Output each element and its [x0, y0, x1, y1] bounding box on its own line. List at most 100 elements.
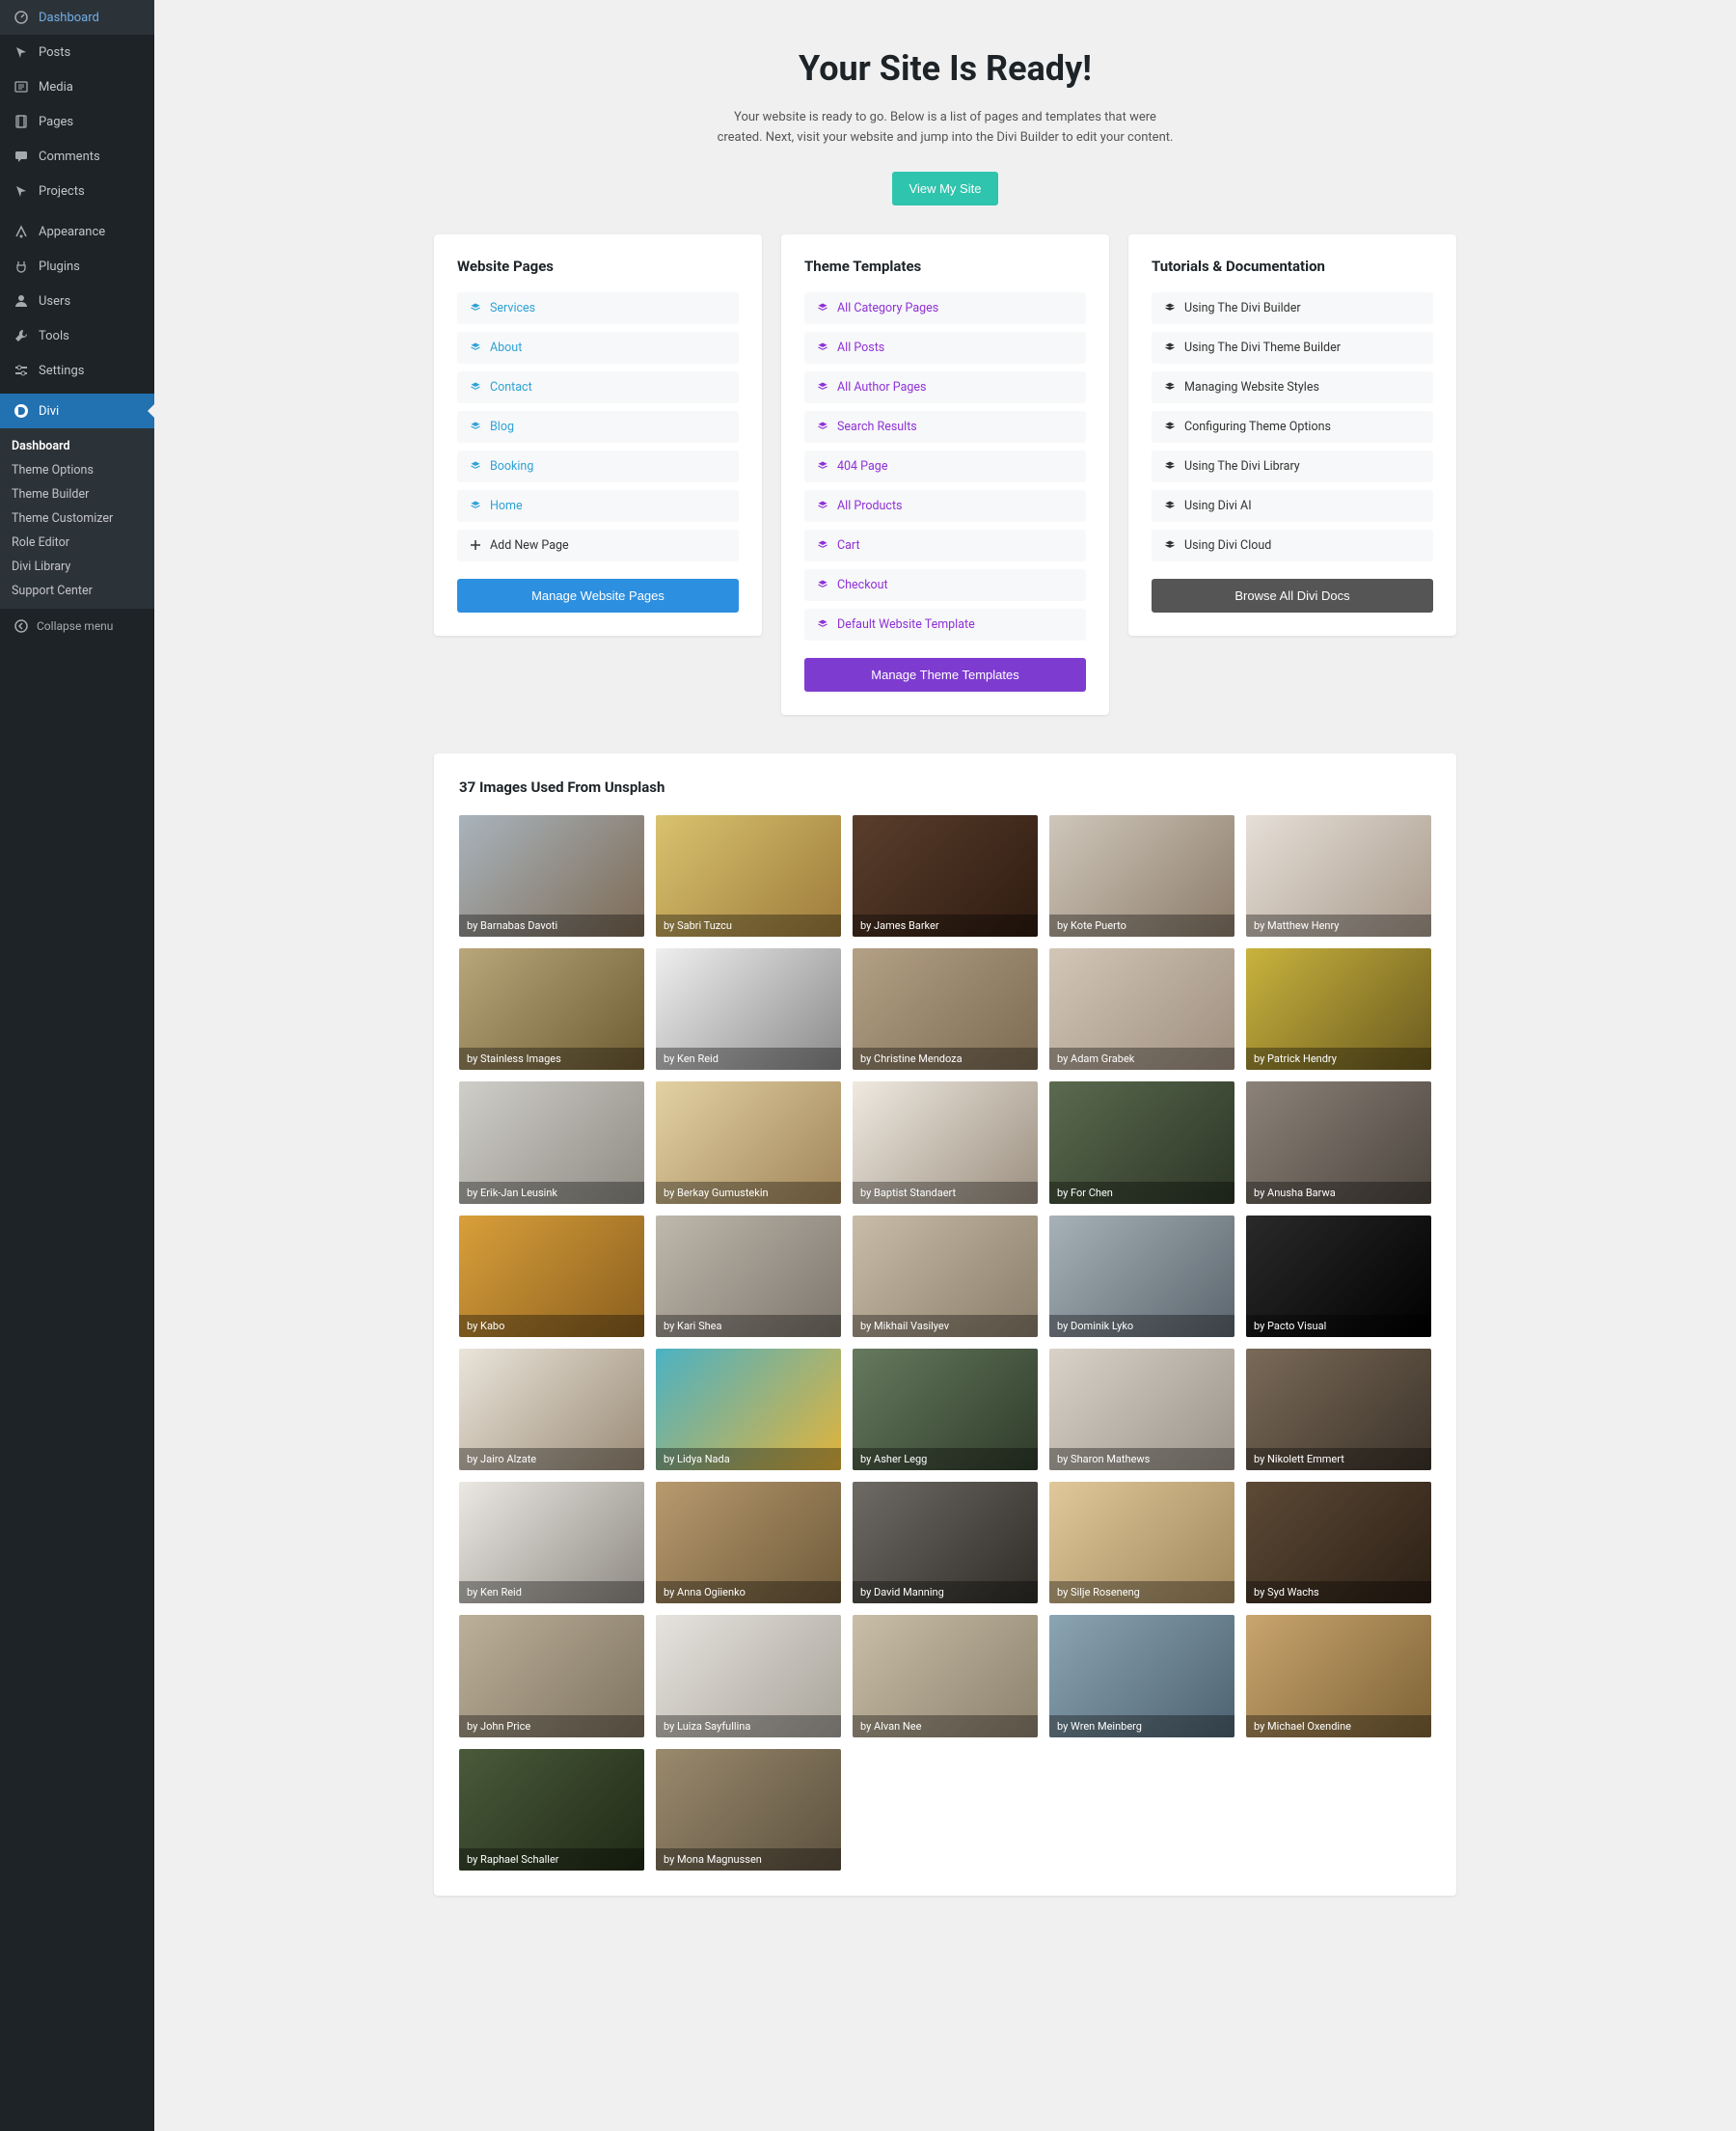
list-item[interactable]: Using The Divi Theme Builder	[1152, 332, 1433, 364]
image-tile[interactable]: by James Barker	[853, 815, 1038, 937]
layers-icon	[469, 380, 482, 394]
image-tile[interactable]: by Pacto Visual	[1246, 1216, 1431, 1337]
list-item[interactable]: 404 Page	[804, 451, 1086, 482]
image-tile[interactable]: by Jairo Alzate	[459, 1349, 644, 1470]
layers-icon	[1163, 459, 1177, 473]
sidebar-item-tools[interactable]: Tools	[0, 318, 154, 353]
submenu-item-theme-builder[interactable]: Theme Builder	[0, 482, 154, 506]
image-tile[interactable]: by Kari Shea	[656, 1216, 841, 1337]
image-tile[interactable]: by Anna Ogiienko	[656, 1482, 841, 1603]
sidebar-item-media[interactable]: Media	[0, 69, 154, 104]
list-item[interactable]: Booking	[457, 451, 739, 482]
image-tile[interactable]: by Luiza Sayfullina	[656, 1615, 841, 1736]
sidebar-item-label: Pages	[39, 115, 73, 129]
image-tile[interactable]: by Silje Roseneng	[1049, 1482, 1234, 1603]
image-tile[interactable]: by Matthew Henry	[1246, 815, 1431, 937]
list-item-label: Using The Divi Builder	[1184, 301, 1301, 315]
image-tile[interactable]: by Kabo	[459, 1216, 644, 1337]
list-item[interactable]: Search Results	[804, 411, 1086, 443]
list-item[interactable]: Using Divi AI	[1152, 490, 1433, 522]
sidebar-item-dashboard[interactable]: Dashboard	[0, 0, 154, 35]
image-tile[interactable]: by Anusha Barwa	[1246, 1081, 1431, 1203]
layers-icon	[1163, 380, 1177, 394]
list-item[interactable]: Services	[457, 292, 739, 324]
image-tile[interactable]: by David Manning	[853, 1482, 1038, 1603]
sidebar-item-divi[interactable]: Divi	[0, 394, 154, 428]
image-tile[interactable]: by Lidya Nada	[656, 1349, 841, 1470]
image-tile[interactable]: by For Chen	[1049, 1081, 1234, 1203]
image-tile[interactable]: by Berkay Gumustekin	[656, 1081, 841, 1203]
image-tile[interactable]: by Mikhail Vasilyev	[853, 1216, 1038, 1337]
image-tile[interactable]: by Michael Oxendine	[1246, 1615, 1431, 1736]
image-tile[interactable]: by Adam Grabek	[1049, 948, 1234, 1070]
image-caption: by Patrick Hendry	[1246, 1048, 1431, 1070]
list-item[interactable]: All Posts	[804, 332, 1086, 364]
docs-card: Tutorials & Documentation Using The Divi…	[1128, 234, 1456, 636]
image-tile[interactable]: by Asher Legg	[853, 1349, 1038, 1470]
image-tile[interactable]: by Nikolett Emmert	[1246, 1349, 1431, 1470]
image-tile[interactable]: by Raphael Schaller	[459, 1749, 644, 1871]
sidebar-item-pages[interactable]: Pages	[0, 104, 154, 139]
list-item[interactable]: Using Divi Cloud	[1152, 530, 1433, 561]
list-item[interactable]: Configuring Theme Options	[1152, 411, 1433, 443]
list-item[interactable]: Checkout	[804, 569, 1086, 601]
list-item[interactable]: About	[457, 332, 739, 364]
image-tile[interactable]: by Christine Mendoza	[853, 948, 1038, 1070]
sidebar-item-label: Tools	[39, 329, 69, 343]
hero-section: Your Site Is Ready! Your website is read…	[154, 0, 1736, 234]
submenu-item-theme-customizer[interactable]: Theme Customizer	[0, 506, 154, 531]
list-item[interactable]: Default Website Template	[804, 609, 1086, 641]
layers-icon	[1163, 420, 1177, 433]
manage-pages-button[interactable]: Manage Website Pages	[457, 579, 739, 613]
list-item[interactable]: Using The Divi Builder	[1152, 292, 1433, 324]
image-caption: by Mikhail Vasilyev	[853, 1315, 1038, 1337]
image-tile[interactable]: by Sabri Tuzcu	[656, 815, 841, 937]
sidebar-item-users[interactable]: Users	[0, 284, 154, 318]
image-tile[interactable]: by Syd Wachs	[1246, 1482, 1431, 1603]
images-panel: 37 Images Used From Unsplash by Barnabas…	[434, 753, 1456, 1897]
sidebar-item-appearance[interactable]: Appearance	[0, 214, 154, 249]
list-item[interactable]: All Products	[804, 490, 1086, 522]
submenu-item-role-editor[interactable]: Role Editor	[0, 531, 154, 555]
image-caption: by Stainless Images	[459, 1048, 644, 1070]
pin-icon	[12, 42, 31, 62]
sidebar-item-settings[interactable]: Settings	[0, 353, 154, 388]
image-tile[interactable]: by Wren Meinberg	[1049, 1615, 1234, 1736]
image-tile[interactable]: by Dominik Lyko	[1049, 1216, 1234, 1337]
image-tile[interactable]: by Alvan Nee	[853, 1615, 1038, 1736]
collapse-menu-button[interactable]: Collapse menu	[0, 609, 154, 643]
add-new-page-row[interactable]: Add New Page	[457, 530, 739, 561]
list-item[interactable]: All Category Pages	[804, 292, 1086, 324]
sidebar-item-posts[interactable]: Posts	[0, 35, 154, 69]
image-tile[interactable]: by Baptist Standaert	[853, 1081, 1038, 1203]
list-item[interactable]: Blog	[457, 411, 739, 443]
manage-templates-button[interactable]: Manage Theme Templates	[804, 658, 1086, 692]
image-tile[interactable]: by Mona Magnussen	[656, 1749, 841, 1871]
image-tile[interactable]: by Stainless Images	[459, 948, 644, 1070]
list-item[interactable]: All Author Pages	[804, 371, 1086, 403]
view-site-button[interactable]: View My Site	[892, 172, 999, 205]
image-tile[interactable]: by Patrick Hendry	[1246, 948, 1431, 1070]
image-tile[interactable]: by Kote Puerto	[1049, 815, 1234, 937]
submenu-item-theme-options[interactable]: Theme Options	[0, 458, 154, 482]
image-tile[interactable]: by Sharon Mathews	[1049, 1349, 1234, 1470]
image-tile[interactable]: by Ken Reid	[656, 948, 841, 1070]
image-tile[interactable]: by Erik-Jan Leusink	[459, 1081, 644, 1203]
submenu-item-dashboard[interactable]: Dashboard	[0, 434, 154, 458]
list-item[interactable]: Home	[457, 490, 739, 522]
submenu-item-support-center[interactable]: Support Center	[0, 579, 154, 603]
sidebar-item-projects[interactable]: Projects	[0, 174, 154, 208]
layers-icon	[1163, 341, 1177, 354]
image-tile[interactable]: by Barnabas Davoti	[459, 815, 644, 937]
list-item[interactable]: Using The Divi Library	[1152, 451, 1433, 482]
list-item[interactable]: Cart	[804, 530, 1086, 561]
browse-docs-button[interactable]: Browse All Divi Docs	[1152, 579, 1433, 613]
list-item[interactable]: Managing Website Styles	[1152, 371, 1433, 403]
submenu-item-divi-library[interactable]: Divi Library	[0, 555, 154, 579]
image-tile[interactable]: by John Price	[459, 1615, 644, 1736]
sidebar-item-plugins[interactable]: Plugins	[0, 249, 154, 284]
sidebar-item-comments[interactable]: Comments	[0, 139, 154, 174]
list-item[interactable]: Contact	[457, 371, 739, 403]
image-tile[interactable]: by Ken Reid	[459, 1482, 644, 1603]
image-caption: by For Chen	[1049, 1182, 1234, 1204]
